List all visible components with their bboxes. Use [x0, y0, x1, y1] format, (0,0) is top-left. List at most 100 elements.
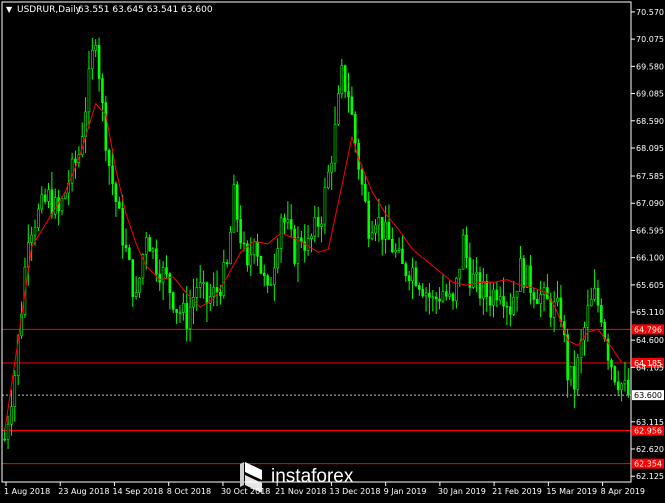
candle-body	[239, 219, 242, 244]
candle-body	[424, 292, 428, 297]
candle-body	[343, 65, 347, 92]
candle-body	[340, 65, 344, 95]
candle-body	[53, 197, 57, 215]
time-tick-label: 8 Apr 2019	[601, 487, 645, 496]
candle-body	[219, 291, 222, 296]
candle-body	[64, 192, 67, 199]
candle-body	[171, 292, 175, 310]
candle-body	[522, 258, 526, 288]
candle-body	[326, 171, 330, 189]
candle-body	[512, 296, 516, 315]
candle-body	[232, 184, 236, 233]
candle-body	[43, 194, 47, 202]
candle-body	[124, 244, 128, 249]
candle-body	[91, 49, 94, 70]
candle-body	[586, 305, 590, 328]
candle-body	[535, 298, 539, 304]
candle-body	[350, 96, 354, 115]
candle-body	[542, 287, 546, 295]
candle-body	[192, 297, 195, 308]
candle-body	[394, 250, 398, 253]
chart-header: ▼ USDRUR,Daily 63.551 63.645 63.541 63.6…	[6, 5, 213, 15]
candle-body	[182, 303, 185, 313]
candle-body	[128, 247, 131, 260]
candle-body	[411, 267, 414, 282]
candle-body	[498, 296, 502, 301]
candle-body	[532, 292, 536, 300]
candle-body	[465, 234, 468, 259]
candle-body	[485, 281, 489, 297]
candle-body	[529, 265, 532, 293]
candle-body	[495, 289, 499, 301]
candle-body	[370, 232, 374, 239]
level-label: 62.956	[634, 427, 662, 436]
candle-body	[596, 287, 600, 306]
candle-body	[418, 285, 421, 290]
candle-body	[40, 194, 44, 210]
candle-body	[293, 228, 296, 264]
candle-body	[111, 165, 114, 185]
candle-body	[316, 217, 320, 227]
candle-body	[404, 263, 408, 276]
price-chart[interactable]: 64.79664.18562.95662.35463.600 70.57070.…	[0, 0, 665, 499]
candle-body	[556, 297, 559, 303]
candle-body	[569, 365, 573, 381]
level-label: 62.354	[634, 460, 662, 469]
candle-body	[155, 248, 158, 275]
candle-body	[168, 273, 172, 293]
candle-body	[10, 406, 13, 425]
candle-body	[397, 248, 401, 251]
candle-body	[380, 216, 384, 240]
candle-body	[323, 187, 327, 225]
candle-body	[306, 238, 310, 251]
candle-body	[320, 223, 323, 227]
candle-body	[121, 207, 124, 246]
candle-body	[444, 291, 448, 297]
candle-body	[276, 248, 280, 269]
candle-body	[455, 277, 458, 302]
candle-body	[256, 241, 259, 257]
candle-body	[269, 284, 273, 286]
candle-body	[3, 438, 6, 441]
candle-body	[151, 248, 155, 252]
candle-body	[502, 296, 505, 307]
candle-body	[50, 189, 54, 215]
candle-body	[471, 273, 475, 288]
candle-body	[488, 296, 492, 306]
price-tick-label: 66.595	[636, 226, 664, 235]
candle-body	[623, 379, 627, 385]
candle-body	[519, 258, 522, 292]
candle-body	[616, 381, 620, 391]
candle-body	[401, 248, 404, 264]
price-tick-label: 64.600	[636, 336, 664, 345]
price-tick-label: 64.105	[636, 363, 664, 372]
candle-body	[576, 357, 580, 390]
candle-body	[492, 289, 495, 306]
candle-body	[235, 184, 239, 220]
candle-body	[566, 334, 569, 381]
price-tick-label: 68.590	[636, 117, 664, 126]
chart-window[interactable]: 64.796 64.185 62.956 62.354 63.600 70.570 70.…	[0, 0, 665, 499]
candle-body	[165, 267, 168, 274]
candle-body	[161, 267, 165, 283]
candle-body	[252, 241, 256, 255]
price-tick-label: 65.605	[636, 281, 664, 290]
candle-body	[391, 238, 394, 253]
candle-body	[134, 292, 138, 297]
price-tick-label: 67.585	[636, 172, 664, 181]
candle-body	[70, 158, 74, 184]
candle-body	[573, 365, 576, 390]
candle-body	[525, 265, 529, 288]
candle-body	[242, 242, 246, 245]
candle-body	[104, 102, 108, 151]
candle-body	[198, 282, 202, 288]
candle-body	[559, 297, 563, 322]
price-tick-label: 68.095	[636, 144, 664, 153]
price-tick-label: 62.125	[636, 472, 664, 481]
price-tick-label: 66.100	[636, 254, 664, 263]
candle-body	[330, 162, 333, 173]
candle-body	[505, 305, 509, 308]
current-price-label: 63.600	[634, 391, 662, 400]
price-tick-label: 65.110	[636, 308, 664, 317]
candle-body	[603, 322, 607, 340]
